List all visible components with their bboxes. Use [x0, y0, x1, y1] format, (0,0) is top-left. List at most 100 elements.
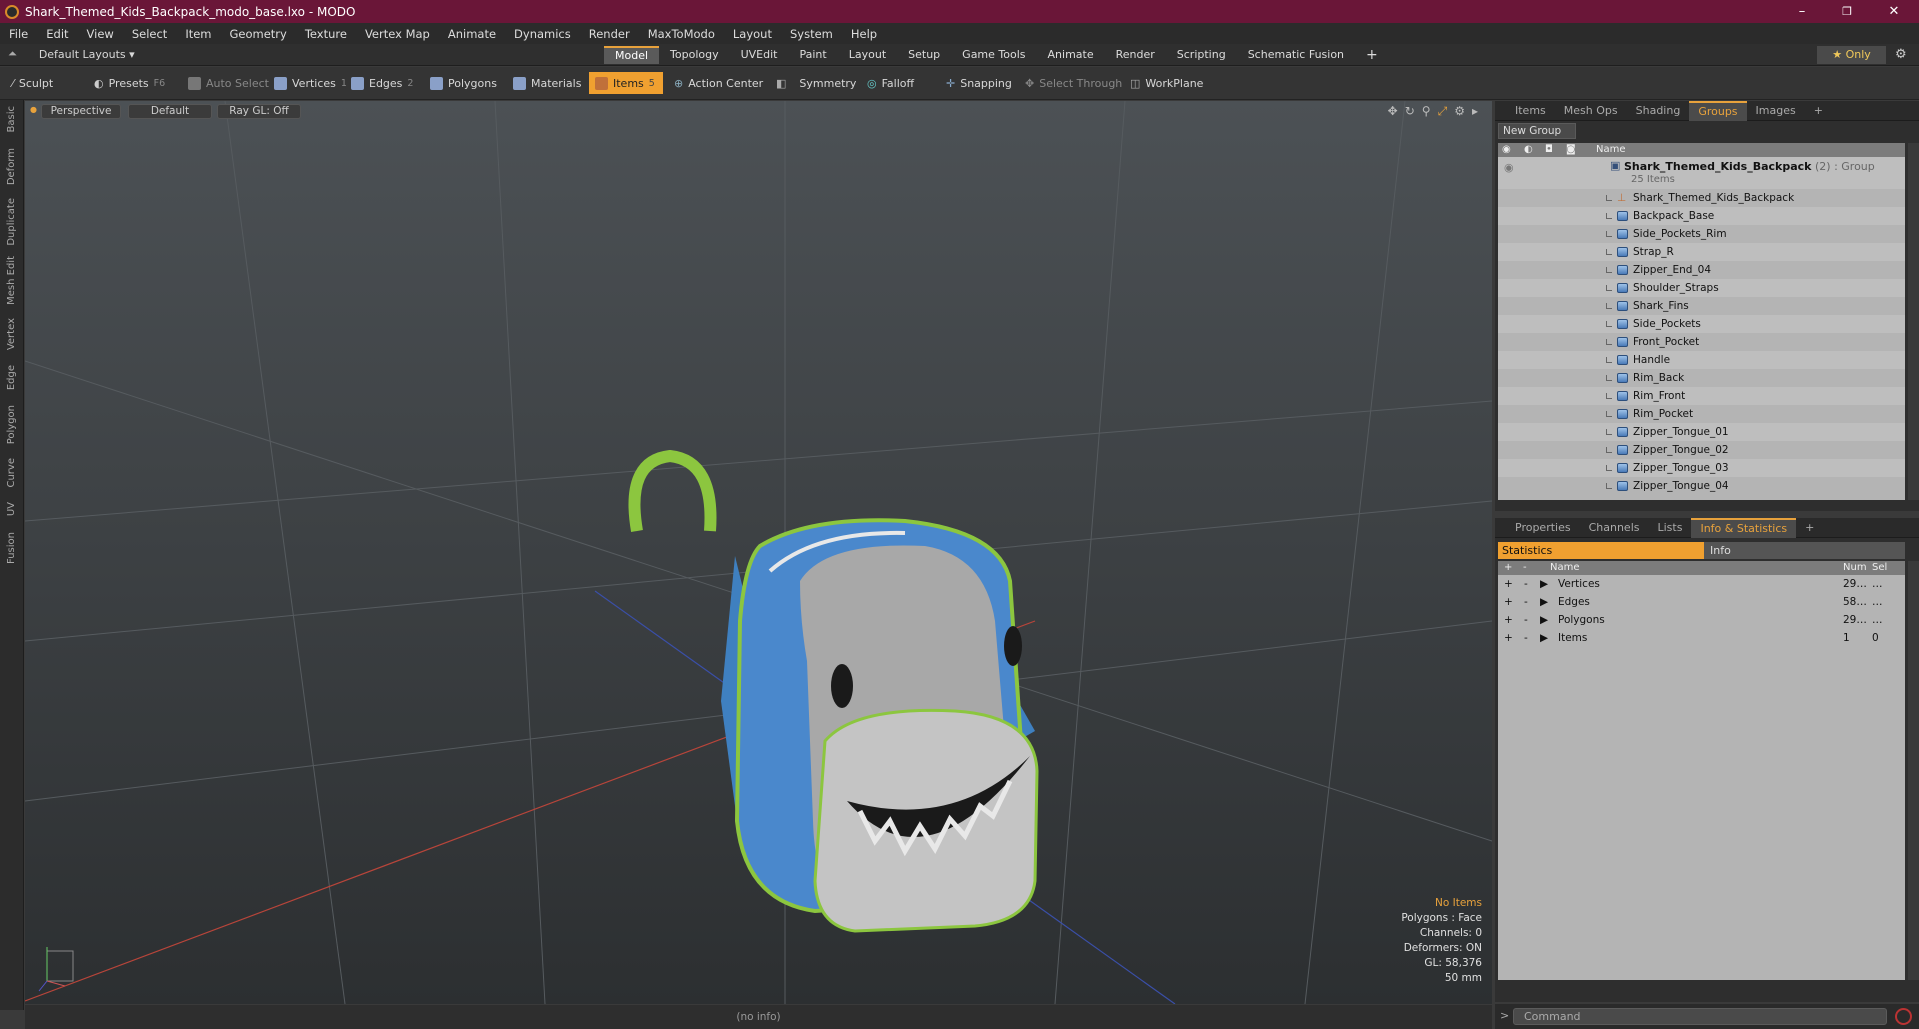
tab-channels[interactable]: Channels: [1580, 518, 1649, 538]
tab-animate[interactable]: Animate: [1037, 46, 1105, 64]
polygons-button[interactable]: Polygons: [424, 72, 503, 94]
3d-viewport[interactable]: ● Perspective Default Ray GL: Off ✥ ↻ ⚲ …: [25, 101, 1492, 1004]
close-button[interactable]: ✕: [1874, 0, 1914, 23]
statistics-scrollbar[interactable]: [1908, 561, 1919, 980]
tab-groups[interactable]: Groups: [1689, 100, 1747, 121]
workplane-button[interactable]: ◫ WorkPlane: [1124, 72, 1209, 94]
tab-setup[interactable]: Setup: [897, 46, 951, 64]
tab-uvedit[interactable]: UVEdit: [730, 46, 789, 64]
collapse-minus-icon[interactable]: -: [1524, 611, 1528, 629]
items-button[interactable]: Items 5: [589, 72, 663, 94]
select-through-button[interactable]: ✥ Select Through: [1019, 72, 1128, 94]
menu-edit[interactable]: Edit: [37, 27, 77, 41]
list-item[interactable]: Strap_R: [1498, 243, 1905, 261]
tab-images[interactable]: Images: [1747, 101, 1805, 121]
layout-toggle-icon[interactable]: ⏶: [8, 47, 17, 61]
new-group-button[interactable]: New Group: [1498, 123, 1576, 139]
tab-layout[interactable]: Layout: [838, 46, 897, 64]
fit-icon[interactable]: ⤢: [1438, 104, 1448, 119]
edges-button[interactable]: Edges 2: [345, 72, 419, 94]
tab-mesh-ops[interactable]: Mesh Ops: [1555, 101, 1627, 121]
minimize-button[interactable]: –: [1782, 0, 1822, 23]
list-item[interactable]: Zipper_End_04: [1498, 261, 1905, 279]
tab-items[interactable]: Items: [1495, 101, 1555, 121]
left-tab-edge[interactable]: Edge: [6, 365, 17, 390]
tab-game-tools[interactable]: Game Tools: [951, 46, 1036, 64]
snapping-button[interactable]: ✛ Snapping: [940, 72, 1018, 94]
disclosure-arrow-icon[interactable]: ▶: [1540, 629, 1548, 647]
disclosure-arrow-icon[interactable]: ▶: [1540, 575, 1548, 593]
list-item[interactable]: Rim_Front: [1498, 387, 1905, 405]
menu-select[interactable]: Select: [123, 27, 176, 41]
add-properties-tab-button[interactable]: +: [1796, 518, 1823, 538]
menu-item[interactable]: Item: [176, 27, 220, 41]
action-center-button[interactable]: ⊕ Action Center: [668, 72, 769, 94]
menu-maxtomodo[interactable]: MaxToModo: [639, 27, 724, 41]
menu-geometry[interactable]: Geometry: [221, 27, 296, 41]
auto-select-button[interactable]: Auto Select: [182, 72, 275, 94]
shark-backpack-model[interactable]: [628, 449, 1039, 933]
collapse-minus-icon[interactable]: -: [1524, 575, 1528, 593]
menu-texture[interactable]: Texture: [296, 27, 356, 41]
pan-icon[interactable]: ✥: [1388, 104, 1398, 119]
only-toggle[interactable]: ★ Only: [1817, 46, 1886, 64]
expand-plus-icon[interactable]: +: [1504, 593, 1513, 611]
list-item[interactable]: Rim_Pocket: [1498, 405, 1905, 423]
list-item[interactable]: ⊥ Shark_Themed_Kids_Backpack: [1498, 189, 1905, 207]
tab-paint[interactable]: Paint: [789, 46, 838, 64]
expand-arrow-icon[interactable]: ▸: [1472, 104, 1478, 119]
left-tab-fusion[interactable]: Fusion: [6, 532, 17, 564]
disclosure-arrow-icon[interactable]: ▶: [1540, 611, 1548, 629]
info-tab[interactable]: Info: [1704, 542, 1905, 559]
raygl-toggle[interactable]: Ray GL: Off: [217, 104, 301, 119]
vertices-button[interactable]: Vertices 1: [268, 72, 353, 94]
menu-layout[interactable]: Layout: [724, 27, 781, 41]
viewport-menu-dot-icon[interactable]: ●: [30, 105, 37, 114]
left-tab-vertex[interactable]: Vertex: [6, 318, 17, 350]
presets-button[interactable]: ◐ Presets F6: [88, 72, 171, 94]
left-tab-duplicate[interactable]: Duplicate: [6, 198, 17, 246]
view-mode-dropdown[interactable]: Perspective: [41, 104, 121, 119]
expand-plus-icon[interactable]: +: [1504, 629, 1513, 647]
groups-scrollbar[interactable]: [1908, 143, 1919, 500]
group-visibility-eye-icon[interactable]: ◉: [1504, 161, 1514, 174]
tab-model[interactable]: Model: [604, 46, 660, 64]
menu-animate[interactable]: Animate: [439, 27, 505, 41]
tab-render[interactable]: Render: [1105, 46, 1166, 64]
tab-shading[interactable]: Shading: [1627, 101, 1690, 121]
tab-topology[interactable]: Topology: [659, 46, 730, 64]
list-item[interactable]: Zipper_Tongue_02: [1498, 441, 1905, 459]
table-row[interactable]: + - ▶ Vertices 29… …: [1498, 575, 1905, 593]
rotate-icon[interactable]: ↻: [1405, 104, 1415, 119]
falloff-button[interactable]: ◎ Falloff: [861, 72, 920, 94]
materials-button[interactable]: Materials: [507, 72, 587, 94]
table-row[interactable]: + - ▶ Polygons 29… …: [1498, 611, 1905, 629]
symmetry-button[interactable]: ◧ Symmetry: [770, 72, 862, 94]
maximize-button[interactable]: ❐: [1827, 0, 1867, 23]
menu-vertex-map[interactable]: Vertex Map: [356, 27, 439, 41]
table-row[interactable]: + - ▶ Items 1 0: [1498, 629, 1905, 647]
left-tab-deform[interactable]: Deform: [6, 148, 17, 185]
left-tab-curve[interactable]: Curve: [6, 458, 17, 488]
menu-file[interactable]: File: [0, 27, 37, 41]
tab-lists[interactable]: Lists: [1649, 518, 1692, 538]
list-item[interactable]: Shoulder_Straps: [1498, 279, 1905, 297]
shading-dropdown[interactable]: Default: [128, 104, 212, 119]
sculpt-button[interactable]: ⁄ Sculpt: [6, 72, 59, 94]
expand-plus-icon[interactable]: +: [1504, 575, 1513, 593]
record-icon[interactable]: [1895, 1008, 1912, 1025]
table-row[interactable]: + - ▶ Edges 58… …: [1498, 593, 1905, 611]
tab-scripting[interactable]: Scripting: [1166, 46, 1237, 64]
list-item[interactable]: Zipper_Tongue_03: [1498, 459, 1905, 477]
list-item[interactable]: Zipper_Tongue_01: [1498, 423, 1905, 441]
tab-properties[interactable]: Properties: [1495, 518, 1580, 538]
gear-icon[interactable]: ⚙: [1895, 47, 1907, 62]
add-panel-tab-button[interactable]: +: [1805, 101, 1832, 121]
list-item[interactable]: Rim_Back: [1498, 369, 1905, 387]
collapse-minus-icon[interactable]: -: [1524, 593, 1528, 611]
list-item[interactable]: Handle: [1498, 351, 1905, 369]
list-item[interactable]: Front_Pocket: [1498, 333, 1905, 351]
zoom-icon[interactable]: ⚲: [1422, 104, 1431, 119]
left-tab-basic[interactable]: Basic: [6, 106, 17, 132]
tab-schematic-fusion[interactable]: Schematic Fusion: [1237, 46, 1355, 64]
